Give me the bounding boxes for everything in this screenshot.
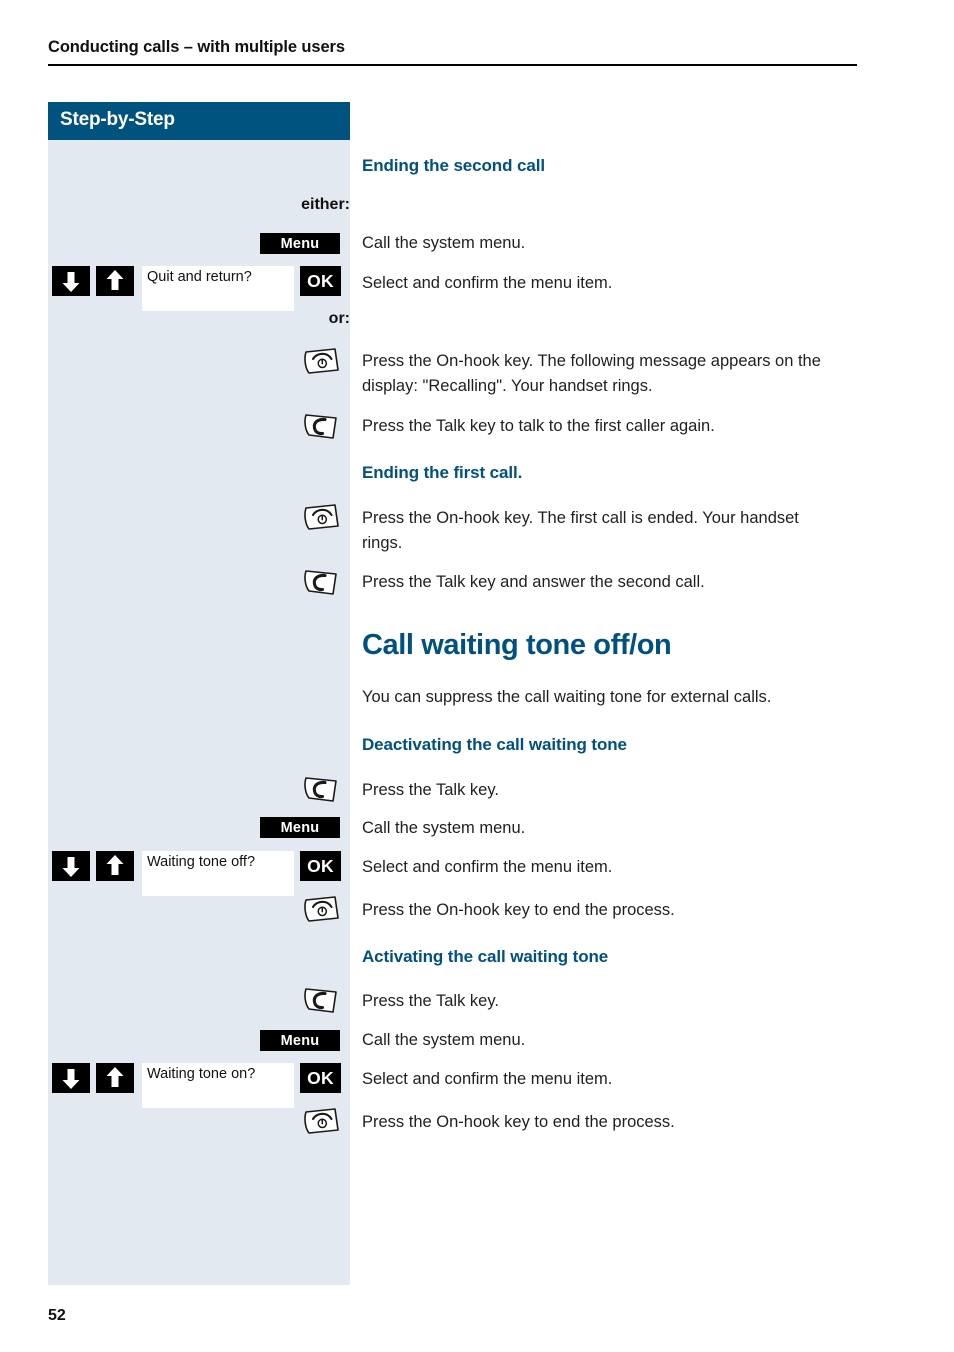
menu-softkey-3[interactable]: Menu [260, 1030, 340, 1051]
text-select-confirm-3: Select and confirm the menu item. [362, 1070, 613, 1088]
header-rule [48, 64, 857, 66]
ok-softkey-2[interactable]: OK [300, 851, 341, 881]
on-hook-key-icon-4[interactable] [302, 1106, 342, 1136]
menu-softkey-1[interactable]: Menu [260, 233, 340, 254]
talk-key-icon-2[interactable] [302, 567, 342, 597]
ok-softkey-3[interactable]: OK [300, 1063, 341, 1093]
text-suppress-intro: You can suppress the call waiting tone f… [362, 688, 772, 706]
arrow-up-icon-1[interactable] [96, 266, 134, 296]
talk-key-icon-4[interactable] [302, 985, 342, 1015]
arrow-down-icon-2[interactable] [52, 851, 90, 881]
running-header-title: Conducting calls – with multiple users [48, 38, 345, 56]
text-on-hook-recalling: Press the On-hook key. The following mes… [362, 352, 821, 395]
arrow-down-icon-1[interactable] [52, 266, 90, 296]
step-by-step-label: Step-by-Step [60, 109, 175, 130]
heading-call-waiting-tone: Call waiting tone off/on [362, 629, 672, 661]
text-talk-answer-second: Press the Talk key and answer the second… [362, 573, 705, 591]
handset-display-3: Waiting tone on? [142, 1063, 294, 1108]
display-text-waiting-tone-on: Waiting tone on? [147, 1066, 256, 1082]
cue-or: or: [328, 310, 350, 327]
heading-ending-second-call: Ending the second call [362, 156, 545, 175]
text-select-confirm-2: Select and confirm the menu item. [362, 858, 613, 876]
text-call-system-menu-3: Call the system menu. [362, 1031, 526, 1049]
text-press-talk-1: Press the Talk key. [362, 781, 499, 799]
menu-softkey-2[interactable]: Menu [260, 817, 340, 838]
running-header: Conducting calls – with multiple users [48, 38, 857, 66]
display-text-waiting-tone-off: Waiting tone off? [147, 854, 256, 870]
handset-display-2: Waiting tone off? [142, 851, 294, 896]
heading-activating: Activating the call waiting tone [362, 947, 609, 966]
text-press-talk-2: Press the Talk key. [362, 992, 499, 1010]
display-text-quit-and-return: Quit and return? [147, 269, 252, 285]
text-call-system-menu-2: Call the system menu. [362, 819, 526, 837]
on-hook-key-icon-3[interactable] [302, 894, 342, 924]
on-hook-key-icon-2[interactable] [302, 502, 342, 532]
handset-display-1: Quit and return? [142, 266, 294, 311]
text-on-hook-end-1: Press the On-hook key to end the process… [362, 901, 675, 919]
text-on-hook-end-2: Press the On-hook key to end the process… [362, 1113, 675, 1131]
step-by-step-banner: Step-by-Step [48, 102, 350, 140]
heading-deactivating: Deactivating the call waiting tone [362, 735, 627, 754]
heading-ending-first-call: Ending the first call. [362, 463, 523, 482]
page-number: 52 [48, 1307, 66, 1324]
talk-key-icon-1[interactable] [302, 411, 342, 441]
on-hook-key-icon-1[interactable] [302, 346, 342, 376]
text-talk-first-caller: Press the Talk key to talk to the first … [362, 417, 715, 435]
arrow-up-icon-3[interactable] [96, 1063, 134, 1093]
cue-either: either: [301, 196, 350, 213]
arrow-down-icon-3[interactable] [52, 1063, 90, 1093]
text-call-system-menu-1: Call the system menu. [362, 234, 526, 252]
text-select-confirm-1: Select and confirm the menu item. [362, 274, 613, 292]
talk-key-icon-3[interactable] [302, 774, 342, 804]
ok-softkey-1[interactable]: OK [300, 266, 341, 296]
text-on-hook-first-ended: Press the On-hook key. The first call is… [362, 509, 799, 552]
arrow-up-icon-2[interactable] [96, 851, 134, 881]
